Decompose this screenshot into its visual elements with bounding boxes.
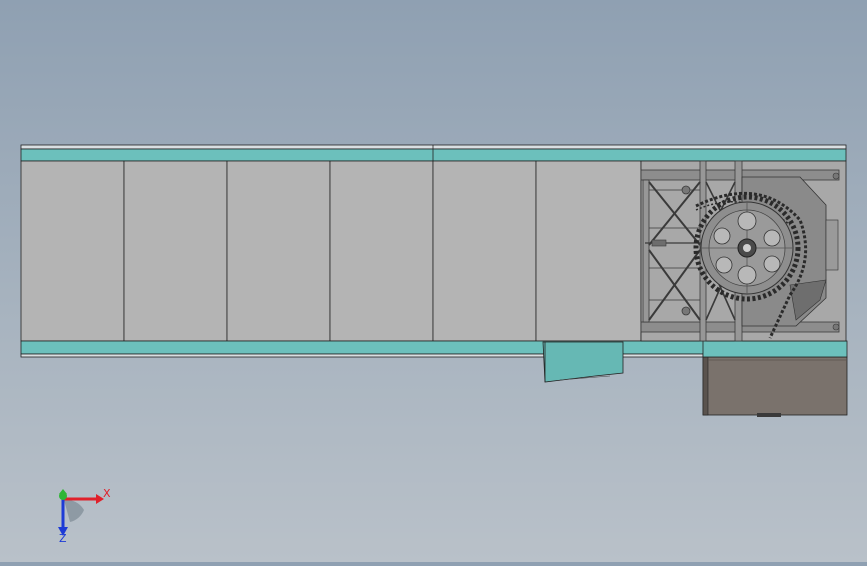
x-axis-label: X bbox=[103, 487, 111, 500]
panel bbox=[20, 160, 125, 342]
axis-triad: X Z bbox=[58, 487, 111, 545]
discharge-hopper bbox=[542, 341, 624, 383]
panel bbox=[432, 160, 537, 342]
cad-viewport[interactable]: X Z bbox=[0, 0, 867, 562]
panel bbox=[329, 160, 434, 342]
top-edge-strip bbox=[20, 144, 847, 150]
panel bbox=[123, 160, 228, 342]
panel bbox=[226, 160, 331, 342]
top-rail bbox=[20, 148, 847, 162]
cad-drawing: X Z bbox=[20, 144, 848, 545]
panel bbox=[535, 160, 642, 342]
motor-housing bbox=[702, 356, 848, 417]
panel-group bbox=[20, 160, 642, 342]
drive-head[interactable] bbox=[640, 160, 847, 342]
z-axis-label: Z bbox=[59, 532, 67, 545]
